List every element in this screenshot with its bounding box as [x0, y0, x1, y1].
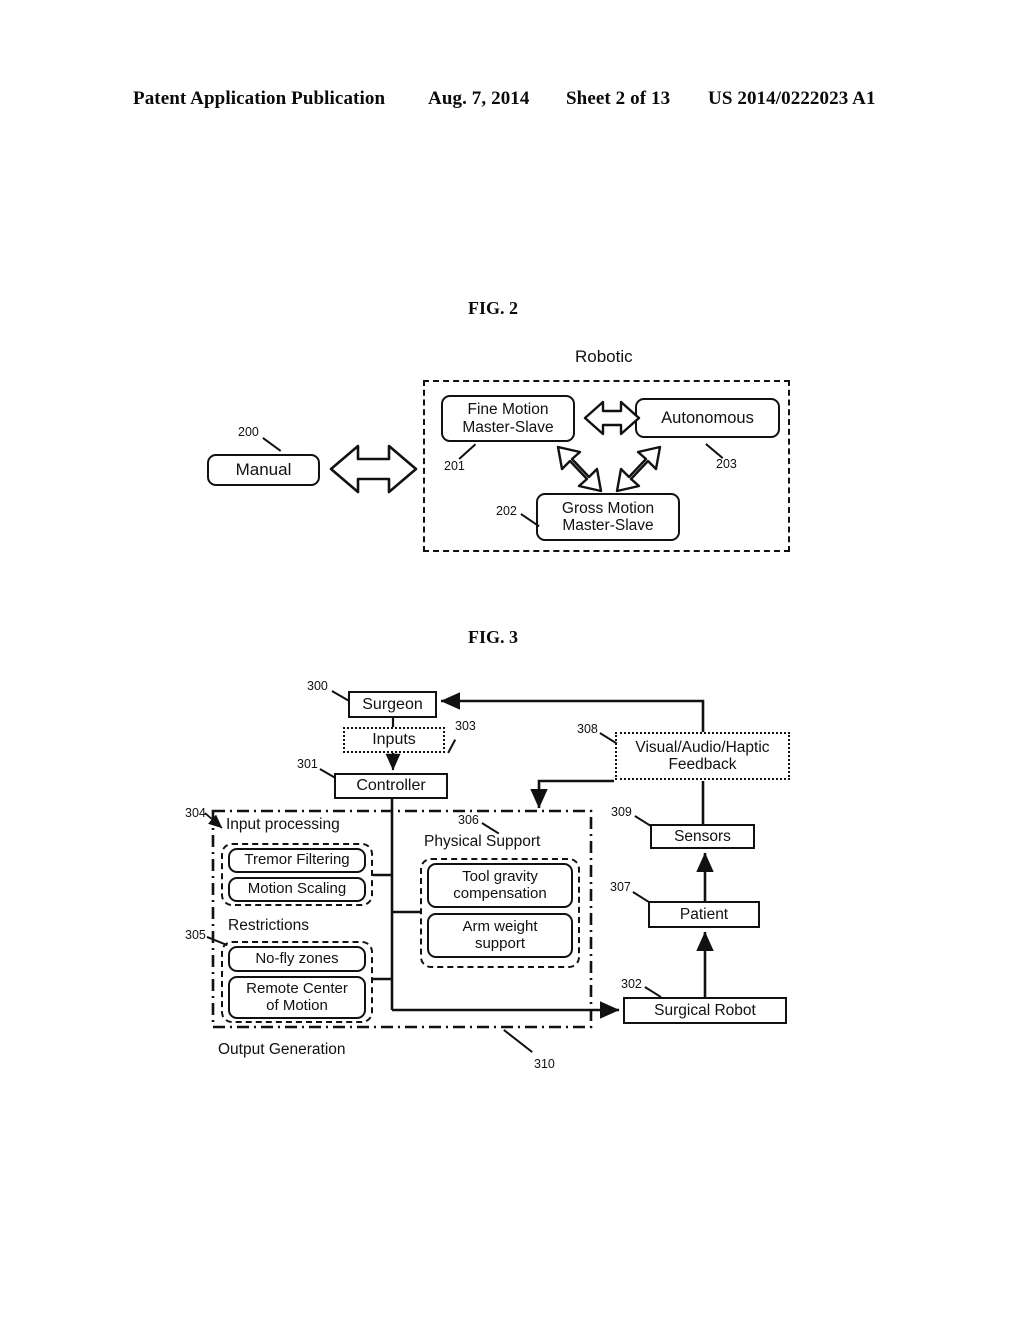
fig3-node-surgical-robot[interactable]: Surgical Robot	[623, 997, 787, 1024]
fig3-node-nofly-zones[interactable]: No-fly zones	[228, 946, 366, 972]
header-sheet-number: Sheet 2 of 13	[566, 88, 671, 109]
fig2-ref-200: 200	[238, 425, 259, 439]
fig3-node-motion-scaling[interactable]: Motion Scaling	[228, 877, 366, 902]
fig2-gross-motion-line2: Master-Slave	[562, 517, 654, 534]
fig3-node-arm-weight-support[interactable]: Arm weight support	[427, 913, 573, 958]
fig3-arm-weight-line1: Arm weight	[462, 917, 538, 935]
fig2-ref-202: 202	[496, 504, 517, 518]
fig3-leader-300	[331, 690, 350, 702]
diagram-connectors	[204, 400, 714, 1029]
fig3-ref-304: 304	[185, 806, 206, 820]
fig3-node-remote-center-of-motion[interactable]: Remote Center of Motion	[228, 976, 366, 1019]
fig3-link-feedback-surgeon	[440, 692, 705, 732]
fig3-leader-303	[447, 739, 456, 754]
fig2-leader-200	[262, 437, 282, 452]
fig3-ref-307: 307	[610, 880, 631, 894]
fig3-leader-310	[503, 1029, 533, 1053]
fig2-fine-motion-line2: Master-Slave	[462, 418, 554, 436]
fig3-remote-center-line2: of Motion	[266, 996, 328, 1014]
fig2-ref-201: 201	[444, 459, 465, 473]
fig3-ref-306: 306	[458, 813, 479, 827]
fig3-leader-309	[634, 815, 652, 827]
fig3-node-tool-gravity-compensation[interactable]: Tool gravity compensation	[427, 863, 573, 908]
fig3-label-input-processing: Input processing	[226, 816, 340, 833]
header-publication: Patent Application Publication	[133, 88, 386, 109]
fig2-node-autonomous[interactable]: Autonomous	[635, 398, 780, 438]
fig2-gross-motion-line1: Gross Motion	[561, 499, 655, 517]
fig3-ref-301: 301	[297, 757, 318, 771]
fig3-tool-gravity-line2: compensation	[453, 884, 547, 902]
fig3-feedback-line2: Feedback	[668, 756, 737, 773]
fig3-node-surgeon[interactable]: Surgeon	[348, 691, 437, 718]
fig2-arrow-manual-robotic	[329, 444, 418, 494]
fig2-node-manual[interactable]: Manual	[207, 454, 320, 486]
fig3-label-physical-support: Physical Support	[424, 833, 541, 850]
fig2-ref-203: 203	[716, 457, 737, 471]
fig3-node-feedback[interactable]: Visual/Audio/Haptic Feedback	[615, 732, 790, 780]
fig3-label-restrictions: Restrictions	[228, 917, 309, 934]
fig2-node-gross-motion[interactable]: Gross Motion Master-Slave	[536, 493, 680, 541]
fig3-node-sensors[interactable]: Sensors	[650, 824, 755, 849]
fig3-title: FIG. 3	[468, 627, 519, 647]
fig3-arm-weight-line2: support	[474, 934, 526, 952]
fig3-node-inputs[interactable]: Inputs	[343, 727, 445, 753]
fig3-ref-300: 300	[307, 679, 328, 693]
fig3-label-output-generation: Output Generation	[218, 1041, 346, 1058]
fig2-robotic-group-label: Robotic	[575, 347, 633, 366]
header-document-number: US 2014/0222023 A1	[708, 88, 876, 109]
fig3-leader-302	[644, 986, 662, 998]
fig3-node-tremor-filtering[interactable]: Tremor Filtering	[228, 848, 366, 873]
fig3-ref-310: 310	[534, 1057, 555, 1071]
fig3-ref-308: 308	[577, 722, 598, 736]
header-date: Aug. 7, 2014	[428, 88, 530, 109]
fig3-ref-303: 303	[455, 719, 476, 733]
fig2-title: FIG. 2	[468, 298, 519, 318]
fig3-ref-309: 309	[611, 805, 632, 819]
fig2-node-fine-motion[interactable]: Fine Motion Master-Slave	[441, 395, 575, 442]
fig3-node-controller[interactable]: Controller	[334, 773, 448, 799]
fig3-tool-gravity-line1: Tool gravity	[462, 867, 538, 885]
fig3-ref-302: 302	[621, 977, 642, 991]
fig3-ref-305: 305	[185, 928, 206, 942]
fig3-remote-center-line1: Remote Center	[246, 979, 348, 997]
sheet-header: Patent Application Publication Aug. 7, 2…	[0, 88, 1024, 114]
patent-drawing-sheet: Patent Application Publication Aug. 7, 2…	[0, 0, 1024, 1320]
fig3-leader-307	[632, 891, 650, 903]
fig3-link-feedback-output	[530, 779, 614, 809]
fig3-node-patient[interactable]: Patient	[648, 901, 760, 928]
fig3-feedback-line1: Visual/Audio/Haptic	[635, 738, 770, 756]
fig2-fine-motion-line1: Fine Motion	[467, 401, 549, 419]
